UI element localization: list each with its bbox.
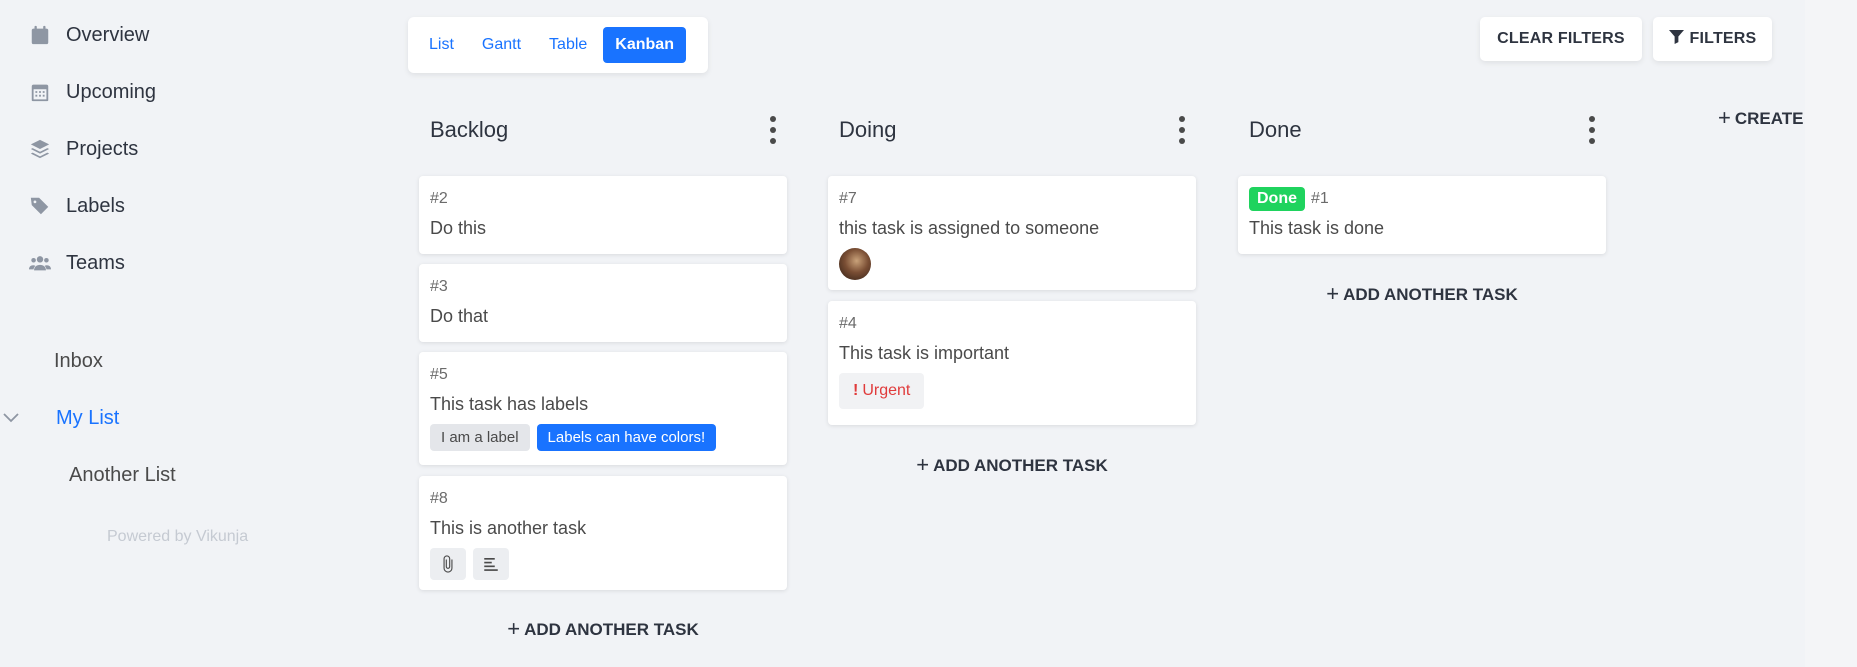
task-title: this task is assigned to someone [839, 218, 1100, 238]
task-id: #5 [430, 366, 448, 383]
view-list-button[interactable]: List [417, 27, 466, 63]
calendar-icon [28, 23, 52, 47]
task-title: This task has labels [430, 394, 589, 414]
more-vertical-icon[interactable] [763, 114, 783, 146]
bucket-header: Doing [828, 100, 1198, 160]
view-gantt-button[interactable]: Gantt [470, 27, 533, 63]
task-labels: I am a label Labels can have colors! [430, 424, 776, 451]
task-title: This task is done [1249, 218, 1385, 238]
nav-projects-label: Projects [66, 137, 139, 160]
more-vertical-icon[interactable] [1172, 114, 1192, 146]
list-inbox[interactable]: Inbox [54, 350, 103, 373]
nav-teams[interactable]: Teams [28, 245, 125, 281]
clear-filters-label: CLEAR FILTERS [1497, 30, 1625, 47]
tags-icon [28, 194, 52, 218]
label-chip: I am a label [430, 424, 530, 451]
task-title: Do this [430, 218, 487, 238]
plus-icon: + [507, 616, 521, 641]
nav-labels[interactable]: Labels [28, 188, 125, 224]
task-card[interactable]: #5 This task has labels I am a label Lab… [419, 352, 787, 465]
task-title: This task is important [839, 343, 1010, 363]
view-switcher: List Gantt Table Kanban [408, 17, 708, 73]
nav-overview[interactable]: Overview [28, 17, 149, 53]
task-card[interactable]: Done #1 This task is done [1238, 176, 1606, 254]
sidebar: Overview Upcoming Projects Labels Teams … [0, 0, 380, 667]
users-icon [28, 251, 52, 275]
create-bucket-label: CREATE [1734, 109, 1804, 128]
bucket-title: Backlog [430, 117, 509, 142]
bucket-title: Done [1249, 117, 1302, 142]
filters-button[interactable]: FILTERS [1653, 17, 1772, 61]
calendar-grid-icon [28, 80, 52, 104]
list-another-list[interactable]: Another List [69, 464, 176, 487]
view-table-button[interactable]: Table [537, 27, 599, 63]
nav-upcoming-label: Upcoming [66, 80, 157, 103]
plus-icon: + [916, 452, 930, 477]
task-id: #1 [1311, 190, 1329, 207]
priority-label: Urgent [862, 382, 911, 399]
more-vertical-icon[interactable] [1582, 114, 1602, 146]
plus-icon: + [1718, 105, 1731, 130]
chevron-down-icon[interactable] [2, 409, 20, 427]
create-bucket-button[interactable]: + CREATE [1718, 105, 1804, 131]
view-kanban-button[interactable]: Kanban [603, 27, 686, 63]
task-title: Do that [430, 306, 489, 326]
add-task-button[interactable]: + ADD ANOTHER TASK [828, 452, 1196, 478]
label-chip: Labels can have colors! [536, 424, 717, 451]
task-id: #7 [839, 190, 857, 207]
task-id: #3 [430, 278, 448, 295]
bucket-header: Done [1238, 100, 1608, 160]
clear-filters-button[interactable]: CLEAR FILTERS [1480, 17, 1642, 61]
task-card[interactable]: #2 Do this [419, 176, 787, 254]
bucket-title: Doing [839, 117, 897, 142]
task-id: #8 [430, 490, 448, 507]
plus-icon: + [1326, 281, 1340, 306]
nav-labels-label: Labels [66, 194, 125, 217]
add-task-button[interactable]: + ADD ANOTHER TASK [1238, 281, 1606, 307]
add-task-label: ADD ANOTHER TASK [524, 620, 699, 639]
priority-badge: ! Urgent [839, 373, 925, 409]
powered-by[interactable]: Powered by Vikunja [107, 528, 248, 546]
task-assignees [839, 248, 1185, 280]
filters-label: FILTERS [1689, 30, 1757, 47]
exclamation-icon: ! [853, 382, 859, 399]
task-id-row: Done #1 [1249, 187, 1595, 211]
bucket-backlog: Backlog #2 Do this #3 Do that #5 This ta… [419, 100, 789, 641]
avatar [839, 248, 871, 280]
task-id: #4 [839, 315, 857, 332]
list-my-list[interactable]: My List [56, 407, 119, 430]
task-meta [430, 548, 776, 580]
bucket-done: Done Done #1 This task is done + ADD ANOT… [1238, 100, 1608, 306]
bucket-header: Backlog [419, 100, 789, 160]
description-icon [473, 548, 509, 580]
nav-projects[interactable]: Projects [28, 131, 138, 167]
done-badge: Done [1249, 187, 1305, 211]
layers-icon [28, 137, 52, 161]
scroll-edge [1805, 0, 1857, 667]
task-id: #2 [430, 190, 448, 207]
nav-upcoming[interactable]: Upcoming [28, 74, 156, 110]
task-card[interactable]: #8 This is another task [419, 476, 787, 590]
paperclip-icon [430, 548, 466, 580]
task-card[interactable]: #4 This task is important ! Urgent [828, 301, 1196, 425]
task-card[interactable]: #3 Do that [419, 264, 787, 342]
add-task-label: ADD ANOTHER TASK [1343, 285, 1518, 304]
bucket-doing: Doing #7 this task is assigned to someon… [828, 100, 1198, 477]
task-card[interactable]: #7 this task is assigned to someone [828, 176, 1196, 290]
filter-icon [1668, 29, 1684, 49]
nav-teams-label: Teams [66, 251, 125, 274]
task-title: This is another task [430, 518, 587, 538]
nav-overview-label: Overview [66, 23, 150, 46]
add-task-label: ADD ANOTHER TASK [933, 456, 1108, 475]
add-task-button[interactable]: + ADD ANOTHER TASK [419, 616, 787, 642]
